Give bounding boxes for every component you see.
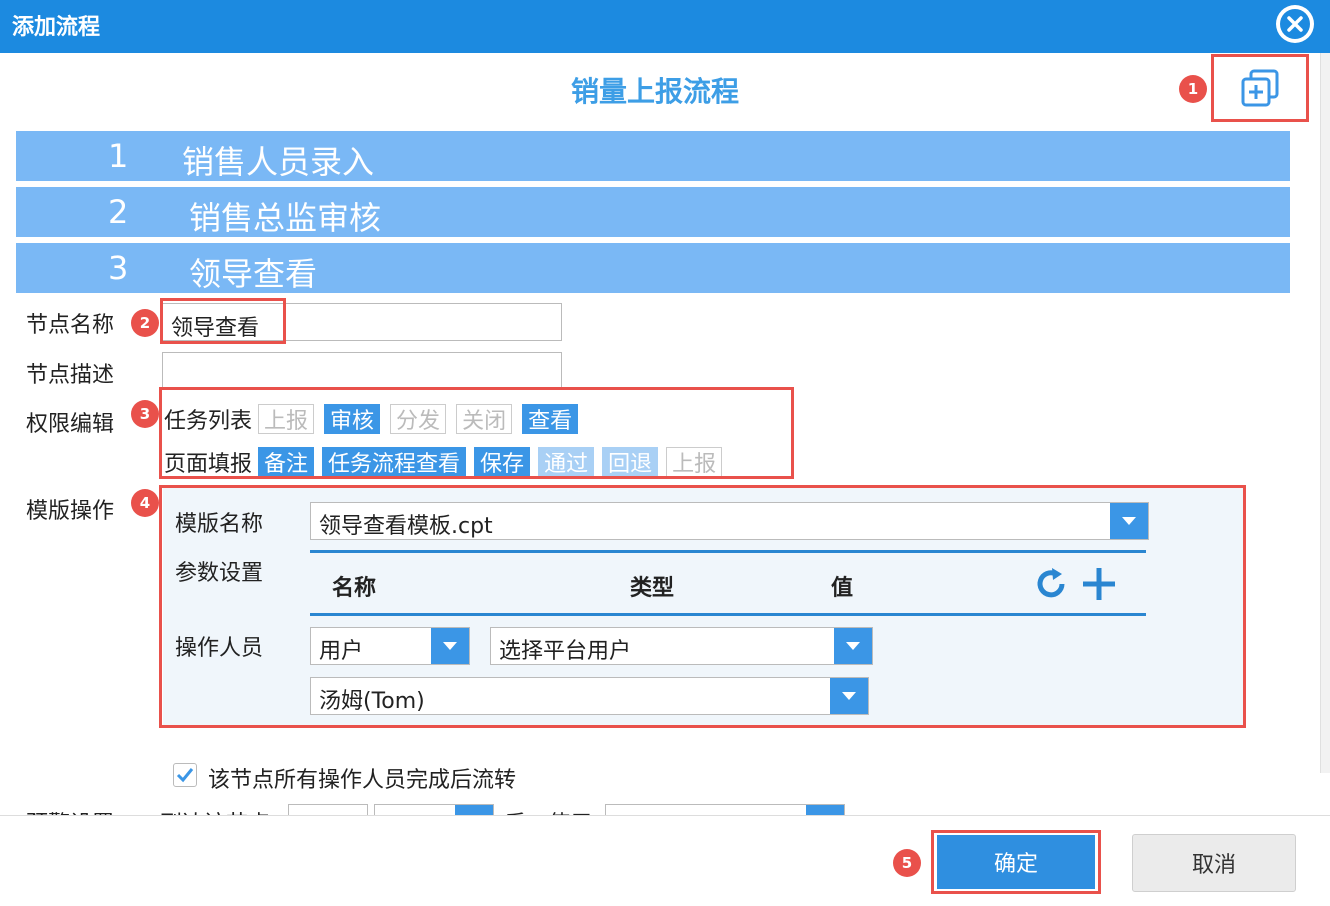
close-button[interactable] <box>1276 5 1314 43</box>
flow-after-all-checkbox[interactable] <box>173 763 197 787</box>
flow-title: 销量上报流程 <box>570 75 739 108</box>
step-number: 3 <box>108 249 129 287</box>
step-name: 销售人员录入 <box>182 143 375 181</box>
node-desc-label: 节点描述 <box>26 363 115 388</box>
highlight-box-2 <box>160 298 286 344</box>
add-copy-icon <box>1241 69 1279 107</box>
permission-label: 权限编辑 <box>26 412 115 437</box>
dialog-title: 添加流程 <box>12 15 101 40</box>
highlight-box-3 <box>159 387 794 479</box>
annotation-badge-3: 3 <box>131 400 159 428</box>
step-item-3[interactable]: 3 领导查看 <box>16 243 1290 293</box>
add-node-button[interactable] <box>1236 66 1284 112</box>
annotation-badge-4: 4 <box>131 489 159 517</box>
close-icon <box>1280 9 1310 39</box>
highlight-box-4 <box>159 485 1246 728</box>
template-operation-label: 模版操作 <box>26 499 115 524</box>
step-number: 1 <box>108 137 129 175</box>
annotation-badge-1: 1 <box>1179 75 1207 103</box>
dialog-footer <box>0 815 1330 906</box>
node-name-label: 节点名称 <box>26 313 115 338</box>
step-name: 领导查看 <box>189 255 318 293</box>
step-number: 2 <box>108 193 129 231</box>
dialog-titlebar: 添加流程 <box>0 0 1330 53</box>
checkmark-icon <box>176 768 194 783</box>
cancel-button[interactable]: 取消 <box>1132 834 1296 892</box>
step-name: 销售总监审核 <box>189 199 382 237</box>
annotation-badge-2: 2 <box>131 309 159 337</box>
vertical-scrollbar[interactable] <box>1320 53 1330 773</box>
annotation-badge-5: 5 <box>893 849 921 877</box>
highlight-box-5 <box>931 830 1101 894</box>
step-item-1[interactable]: 1 销售人员录入 <box>16 131 1290 181</box>
flow-after-all-label: 该节点所有操作人员完成后流转 <box>208 768 517 793</box>
step-item-2[interactable]: 2 销售总监审核 <box>16 187 1290 237</box>
node-desc-input[interactable] <box>162 352 562 390</box>
